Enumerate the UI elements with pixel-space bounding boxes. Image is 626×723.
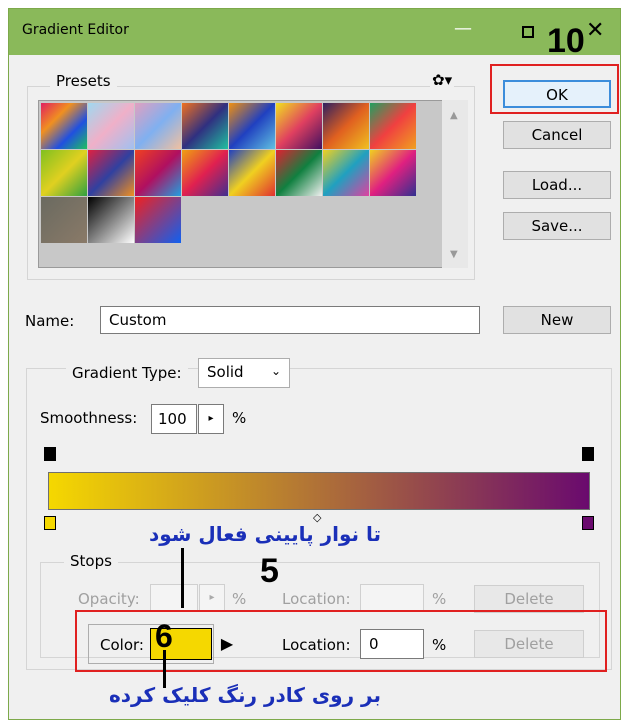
opacity-input[interactable] (150, 584, 198, 612)
opacity-delete-button[interactable]: Delete (474, 585, 584, 613)
smoothness-stepper-icon[interactable]: ▸ (198, 404, 224, 434)
minimize-icon[interactable]: — (454, 18, 472, 39)
color-delete-button[interactable]: Delete (474, 630, 584, 658)
new-button[interactable]: New (503, 306, 611, 334)
scroll-up-icon[interactable]: ▲ (450, 110, 458, 121)
preset-swatches (41, 103, 441, 247)
preset-swatch[interactable] (41, 150, 87, 196)
smoothness-unit: % (232, 409, 247, 427)
preset-swatch[interactable] (370, 150, 416, 196)
preset-swatch[interactable] (41, 103, 87, 149)
preset-swatch[interactable] (323, 103, 369, 149)
color-location-unit: % (432, 636, 447, 654)
presets-scrollbar[interactable]: ▲ ▼ (442, 100, 468, 268)
window-title: Gradient Editor (22, 22, 129, 38)
cancel-button[interactable]: Cancel (503, 121, 611, 149)
preset-swatch[interactable] (276, 150, 322, 196)
preset-swatch[interactable] (182, 150, 228, 196)
preset-swatch[interactable] (276, 103, 322, 149)
preset-swatch[interactable] (135, 103, 181, 149)
color-stop-right[interactable] (582, 516, 594, 530)
pointer-line-top (181, 548, 184, 608)
smoothness-input[interactable]: 100 (151, 404, 197, 434)
opacity-stepper-icon[interactable]: ▸ (199, 584, 225, 612)
color-stop-left[interactable] (44, 516, 56, 530)
name-input[interactable]: Custom (100, 306, 480, 334)
preset-swatch[interactable] (88, 197, 134, 243)
gradient-type-select[interactable]: Solid ⌄ (198, 358, 290, 388)
farsi-note-bottom: بر روی کادر رنگ کلیک کرده (108, 683, 382, 707)
farsi-note-top: تا نوار پایینی فعال شود (148, 522, 382, 546)
save-button[interactable]: Save... (503, 212, 611, 240)
stops-label: Stops (64, 552, 118, 570)
opacity-stop-right[interactable] (582, 447, 594, 463)
preset-swatch[interactable] (229, 150, 275, 196)
preset-swatch[interactable] (88, 150, 134, 196)
close-icon[interactable]: ✕ (586, 18, 604, 43)
preset-swatch[interactable] (323, 150, 369, 196)
color-label: Color: (100, 636, 144, 654)
scroll-down-icon[interactable]: ▼ (450, 249, 458, 260)
chevron-down-icon: ⌄ (270, 364, 281, 378)
preset-swatch[interactable] (229, 103, 275, 149)
preset-swatch[interactable] (41, 197, 87, 243)
opacity-unit: % (232, 590, 247, 608)
gradient-bar[interactable] (48, 472, 590, 510)
preset-swatch[interactable] (135, 197, 181, 243)
gradient-type-label: Gradient Type: (66, 364, 188, 382)
opacity-location-unit: % (432, 590, 447, 608)
ok-button[interactable]: OK (503, 80, 611, 108)
gradient-type-value: Solid (207, 363, 244, 381)
maximize-icon[interactable] (522, 26, 534, 38)
opacity-location-label: Location: (282, 590, 351, 608)
preset-swatch[interactable] (370, 103, 416, 149)
preset-swatch[interactable] (135, 150, 181, 196)
preset-swatch[interactable] (88, 103, 134, 149)
opacity-label: Opacity: (78, 590, 140, 608)
opacity-stop-left[interactable] (44, 447, 56, 463)
smoothness-label: Smoothness: (40, 409, 138, 427)
opacity-location-input[interactable] (360, 584, 424, 612)
preset-swatch[interactable] (182, 103, 228, 149)
load-button[interactable]: Load... (503, 171, 611, 199)
step-5-annotation: 5 (260, 552, 279, 590)
step-10-annotation: 10 (547, 22, 585, 60)
color-location-input[interactable]: 0 (360, 629, 424, 659)
color-location-label: Location: (282, 636, 351, 654)
color-menu-arrow-icon[interactable]: ▶ (218, 628, 236, 660)
name-label: Name: (25, 312, 75, 330)
gear-icon[interactable]: ✿▾ (430, 71, 455, 89)
presets-label: Presets (50, 72, 117, 90)
